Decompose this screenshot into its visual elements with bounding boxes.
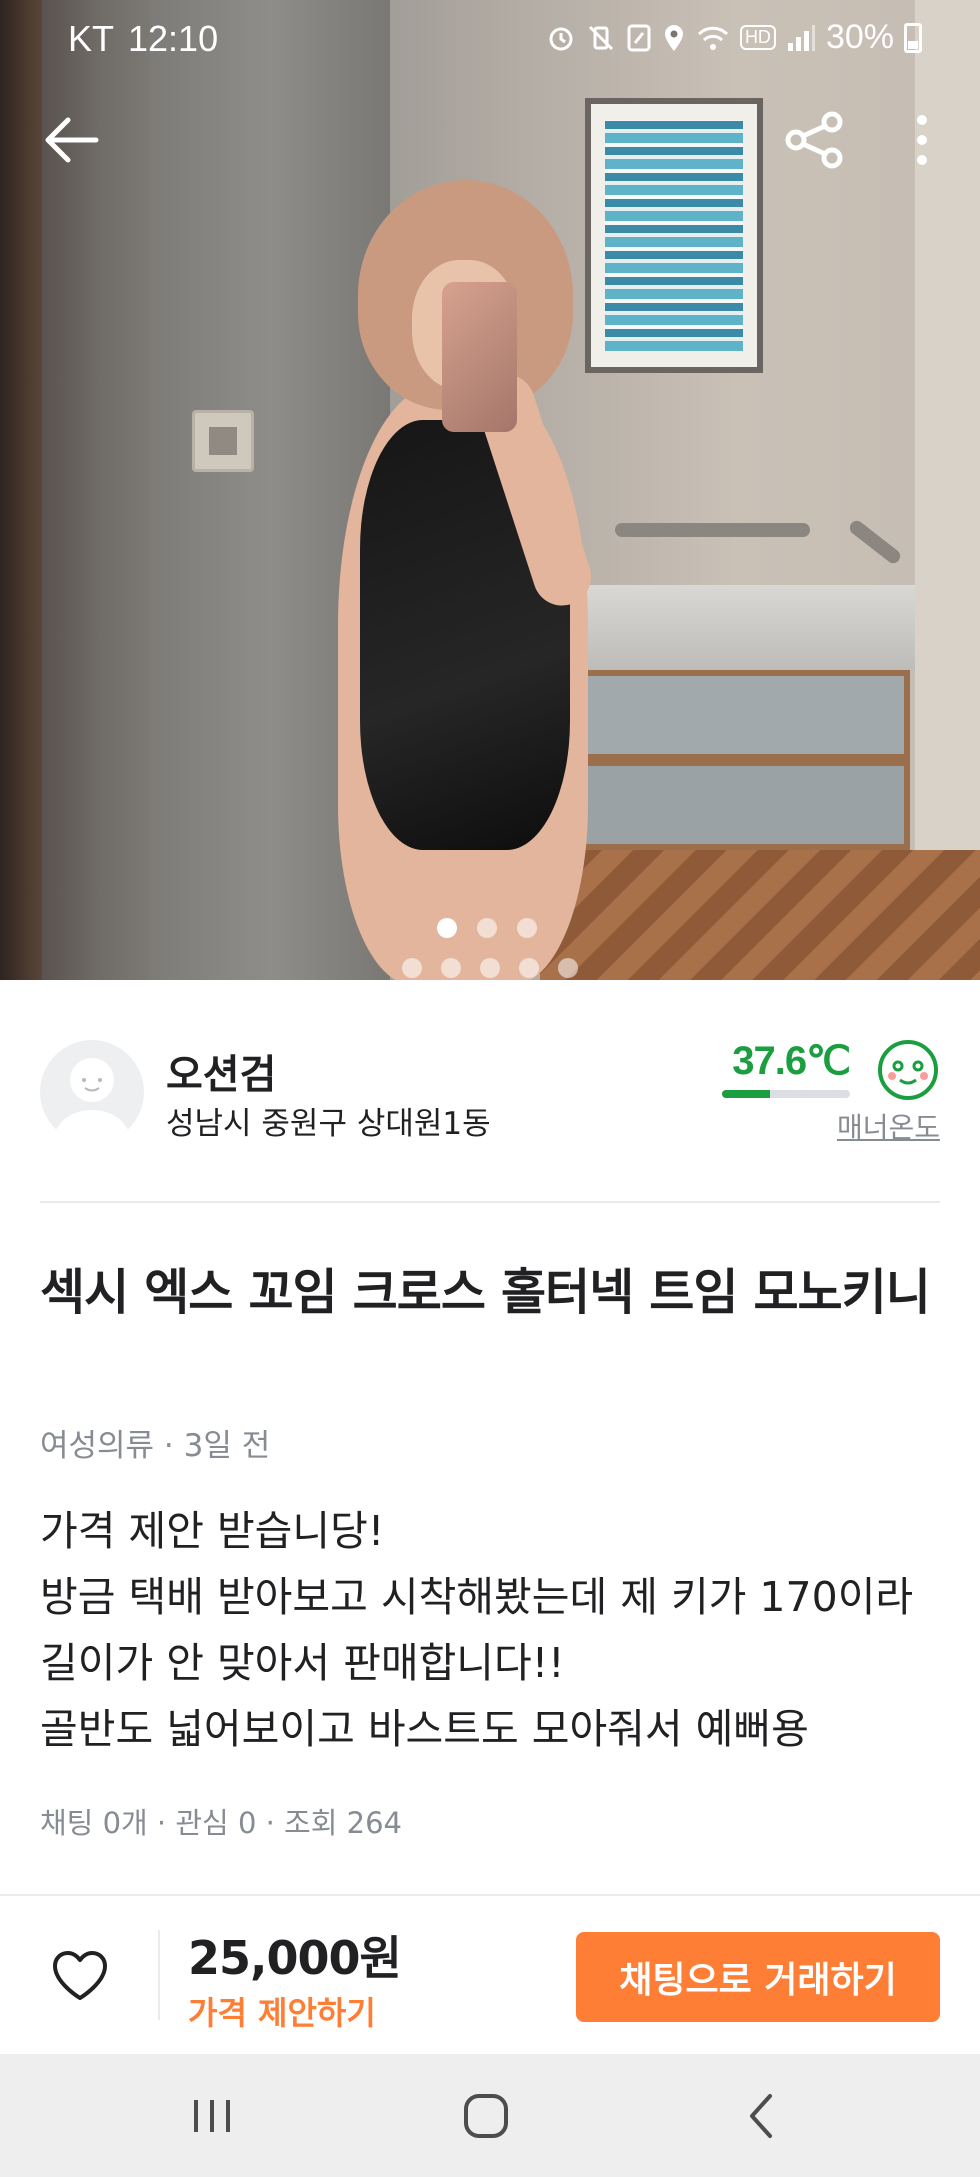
seller-name[interactable]: 오션검 <box>166 1042 276 1100</box>
clock: 12:10 <box>128 18 219 59</box>
share-icon[interactable] <box>782 110 848 170</box>
article-meta[interactable]: 여성의류 · 3일 전 <box>40 1420 270 1465</box>
photo-wall-switch <box>192 410 254 472</box>
vibrate-icon <box>588 25 613 50</box>
photo-model <box>300 170 630 980</box>
battery-icon <box>904 22 922 53</box>
wifi-icon <box>697 26 728 50</box>
price: 25,000원 <box>188 1931 402 1985</box>
smile-face-icon <box>878 1040 938 1100</box>
battery-percent: 30% <box>825 18 894 56</box>
signal-icon <box>787 24 815 51</box>
chat-trade-button[interactable]: 채팅으로 거래하기 <box>576 1932 940 2022</box>
action-bar-separator <box>158 1930 160 2020</box>
carrier-label: KT <box>68 18 115 59</box>
divider <box>40 1201 940 1203</box>
back-chevron-icon[interactable] <box>732 2088 792 2144</box>
default-avatar-icon <box>54 1058 130 1144</box>
strip-dot <box>441 958 461 978</box>
article-title: 섹시 엑스 꼬임 크로스 홀터넥 트임 모노키니 <box>40 1264 931 1321</box>
recent-apps-icon[interactable] <box>182 2088 242 2144</box>
nfc-icon <box>627 24 651 51</box>
status-bar: KT 12:10 HD 30% <box>0 0 980 84</box>
strip-dot <box>480 958 500 978</box>
heart-icon[interactable] <box>50 1948 110 2004</box>
manner-temperature-fill <box>722 1090 771 1098</box>
price-offer-link[interactable]: 가격 제안하기 <box>188 1988 376 2034</box>
top-nav <box>0 100 980 180</box>
manner-temperature-label[interactable]: 매너온도 <box>837 1106 940 1146</box>
article-description: 가격 제안 받습니당! 방금 택배 받아보고 시착해봤는데 제 키가 170이라… <box>40 1507 914 1753</box>
article-stats: 채팅 0개 · 관심 0 · 조회 264 <box>40 1806 402 1840</box>
photo-page-indicator <box>437 918 537 938</box>
arrow-left-icon[interactable] <box>40 112 104 168</box>
strip-dot <box>558 958 578 978</box>
seller-location: 성남시 중원구 상대원1동 <box>166 1106 491 1142</box>
photo-towel-rail-2 <box>847 518 903 566</box>
strip-dot <box>519 958 539 978</box>
strip-dot <box>402 958 422 978</box>
manner-temperature: 37.6℃ <box>732 1039 851 1083</box>
page-dot <box>477 918 497 938</box>
home-icon[interactable] <box>456 2088 516 2144</box>
page-dot-active <box>437 918 457 938</box>
bottom-action-bar: 25,000원 가격 제안하기 채팅으로 거래하기 <box>0 1894 980 2054</box>
system-navigation-bar <box>0 2054 980 2177</box>
seller-profile[interactable]: 오션검 성남시 중원구 상대원1동 37.6℃ 매너온도 <box>40 1038 940 1148</box>
manner-temperature-bar <box>722 1090 850 1098</box>
page-dot <box>517 918 537 938</box>
photo-strip-indicator <box>402 958 578 978</box>
photo-towel-rail <box>615 523 810 537</box>
location-icon <box>664 24 683 51</box>
alarm-icon <box>549 27 573 50</box>
hd-icon: HD <box>739 25 776 50</box>
more-vertical-icon[interactable] <box>902 110 942 170</box>
avatar[interactable] <box>40 1040 144 1144</box>
